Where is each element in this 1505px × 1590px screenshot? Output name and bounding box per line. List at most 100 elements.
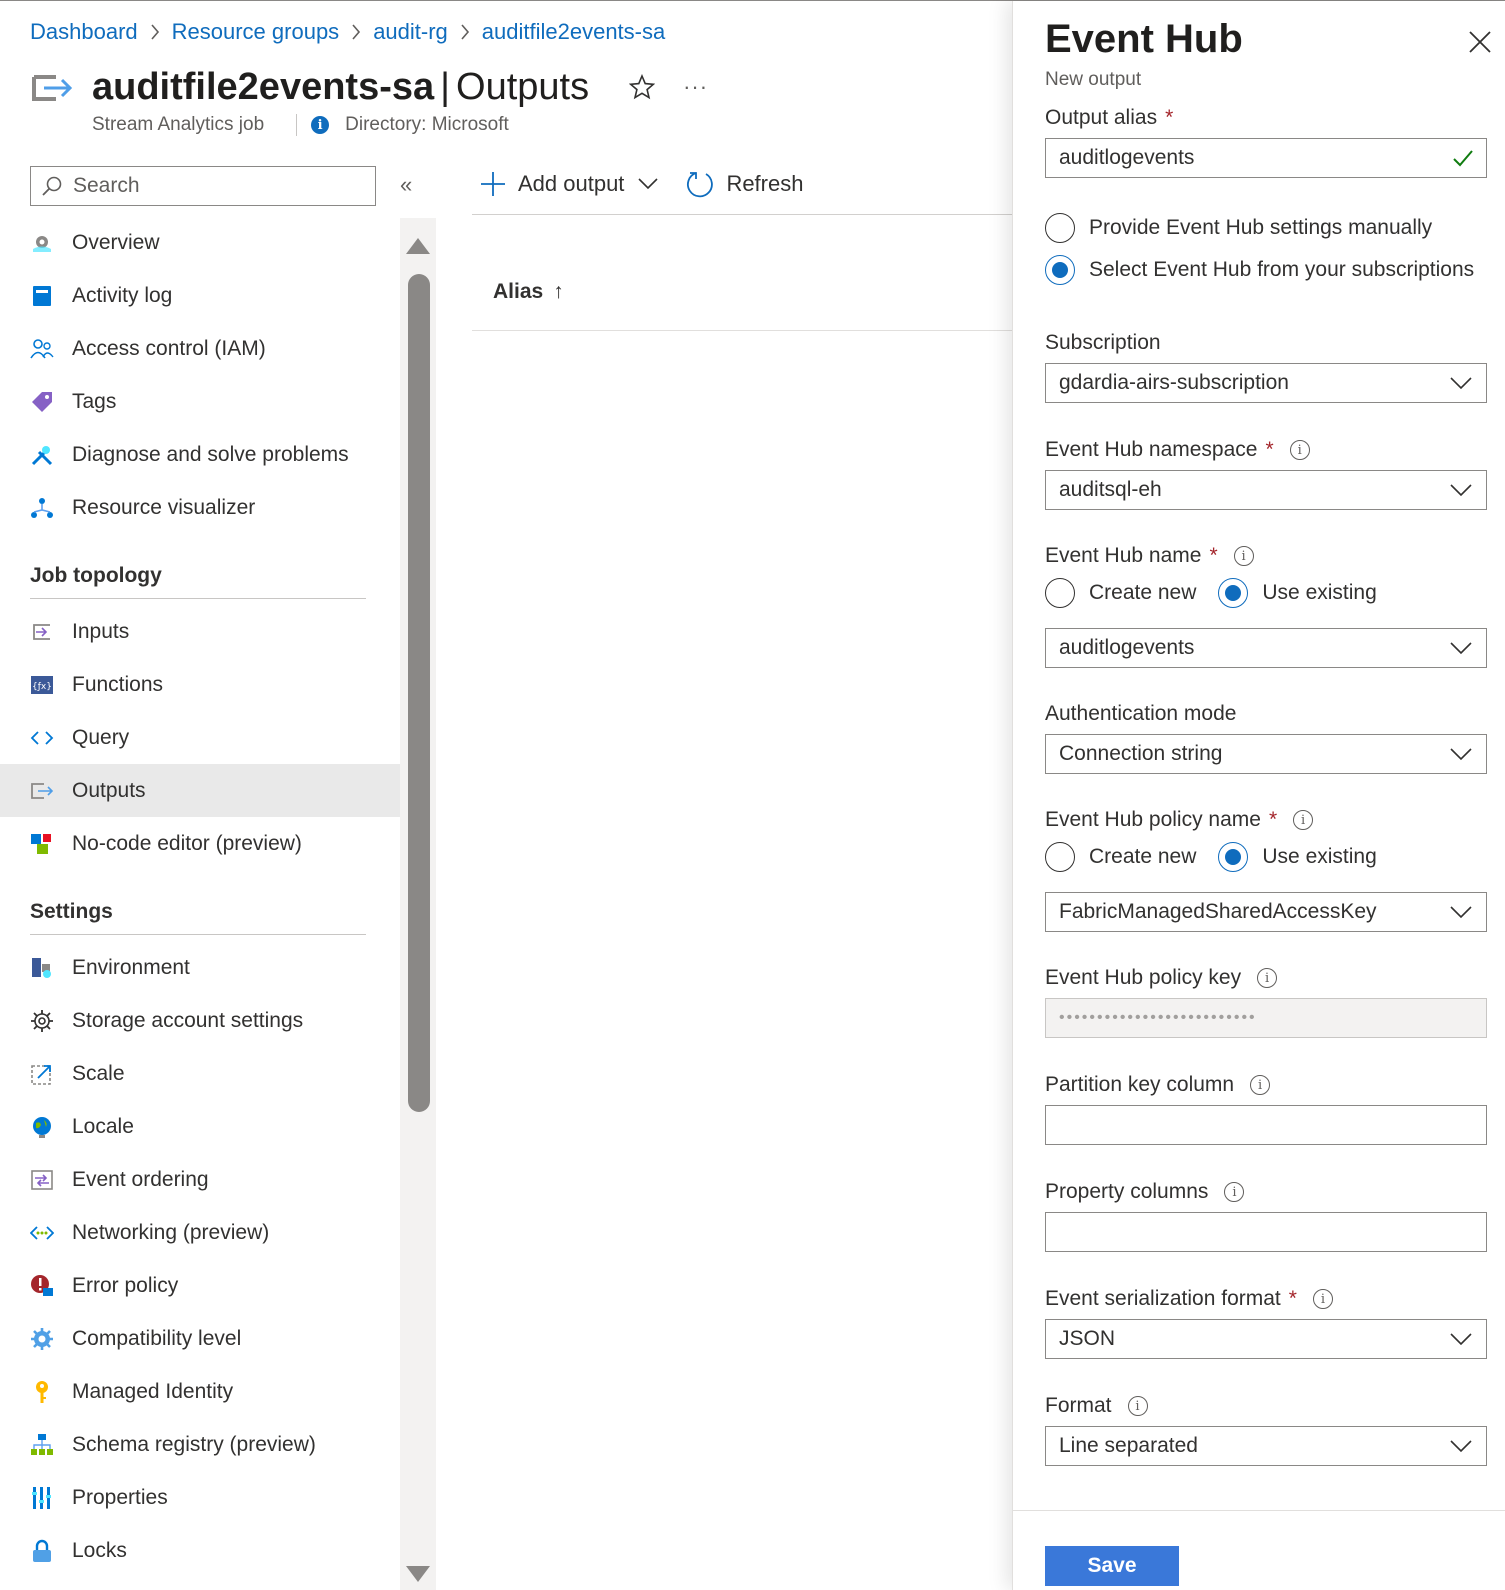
auth-mode-value: Connection string: [1059, 742, 1223, 765]
sidebar-item-storage-account-settings[interactable]: Storage account settings: [0, 994, 400, 1047]
scroll-up-arrow-icon[interactable]: [406, 238, 430, 254]
hub-name-dropdown[interactable]: auditlogevents: [1045, 628, 1487, 668]
sidebar-item-properties[interactable]: Properties: [0, 1471, 400, 1524]
info-icon[interactable]: i: [1127, 1396, 1148, 1416]
breadcrumb-resource-groups[interactable]: Resource groups: [172, 19, 340, 45]
info-icon[interactable]: i: [1312, 1289, 1333, 1309]
chevron-down-icon: [1450, 1333, 1472, 1346]
input-icon: [30, 620, 54, 644]
serialization-dropdown[interactable]: JSON: [1045, 1319, 1487, 1359]
radio-label: Select Event Hub from your subscriptions: [1089, 258, 1475, 281]
panel-title: Event Hub: [1045, 17, 1243, 61]
sidebar-item-tags[interactable]: Tags: [0, 375, 400, 428]
policy-name-radio-group: Create new Use existing: [1045, 841, 1399, 873]
chevron-right-icon: [460, 24, 470, 40]
chevron-down-icon: [1450, 748, 1472, 761]
sidebar-item-label: Activity log: [72, 283, 173, 307]
command-bar: Add output Refresh: [480, 164, 831, 204]
radio-hub-create-new[interactable]: Create new: [1045, 578, 1196, 608]
required-asterisk: *: [1209, 544, 1218, 567]
search-icon: [42, 176, 62, 196]
sidebar-item-no-code-editor[interactable]: No-code editor (preview): [0, 817, 400, 870]
radio-hub-use-existing[interactable]: Use existing: [1218, 578, 1377, 608]
scroll-down-arrow-icon[interactable]: [406, 1566, 430, 1582]
format-dropdown[interactable]: Line separated: [1045, 1426, 1487, 1466]
info-icon[interactable]: i: [1289, 440, 1310, 460]
add-output-button[interactable]: Add output: [480, 171, 659, 197]
sidebar-item-environment[interactable]: Environment: [0, 941, 400, 994]
sidebar-item-scale[interactable]: Scale: [0, 1047, 400, 1100]
sidebar-item-diagnose[interactable]: Diagnose and solve problems: [0, 428, 400, 481]
required-asterisk: *: [1265, 438, 1274, 461]
subscription-dropdown[interactable]: gdardia-airs-subscription: [1045, 363, 1487, 403]
sidebar-item-error-policy[interactable]: Error policy: [0, 1259, 400, 1312]
radio-select-from-subscriptions[interactable]: Select Event Hub from your subscriptions: [1045, 255, 1474, 285]
section-divider: [30, 598, 366, 599]
sidebar-item-outputs[interactable]: Outputs: [0, 764, 400, 817]
property-columns-input[interactable]: [1045, 1212, 1487, 1252]
breadcrumb: Dashboard Resource groups audit-rg audit…: [30, 17, 665, 47]
sidebar-item-label: Inputs: [72, 619, 130, 643]
info-icon[interactable]: i: [1224, 1182, 1245, 1202]
format-value: Line separated: [1059, 1434, 1198, 1457]
sidebar-item-overview[interactable]: Overview: [0, 216, 400, 269]
search-input[interactable]: [73, 174, 375, 198]
lock-icon: [30, 1539, 54, 1563]
radio-policy-use-existing[interactable]: Use existing: [1218, 842, 1377, 872]
radio-provide-manually[interactable]: Provide Event Hub settings manually: [1045, 213, 1432, 243]
subscription-value: gdardia-airs-subscription: [1059, 371, 1289, 394]
sidebar-item-networking[interactable]: Networking (preview): [0, 1206, 400, 1259]
sidebar-item-schema-registry[interactable]: Schema registry (preview): [0, 1418, 400, 1471]
sidebar-item-resource-visualizer[interactable]: Resource visualizer: [0, 481, 400, 534]
breadcrumb-dashboard[interactable]: Dashboard: [30, 19, 138, 45]
sidebar-item-functions[interactable]: {ƒx} Functions: [0, 658, 400, 711]
sidebar-item-label: Locale: [72, 1114, 134, 1138]
sidebar-item-label: Locks: [72, 1538, 127, 1562]
namespace-dropdown[interactable]: auditsql-eh: [1045, 470, 1487, 510]
sidebar-item-event-ordering[interactable]: Event ordering: [0, 1153, 400, 1206]
policy-name-dropdown[interactable]: FabricManagedSharedAccessKey: [1045, 892, 1487, 932]
info-icon[interactable]: i: [1250, 1075, 1271, 1095]
more-options-icon[interactable]: ···: [683, 74, 708, 100]
log-icon: [30, 284, 54, 308]
search-box[interactable]: [30, 166, 376, 206]
output-alias-input[interactable]: auditlogevents: [1045, 138, 1487, 178]
sidebar-item-label: Networking (preview): [72, 1220, 270, 1244]
policy-key-label-text: Event Hub policy key: [1045, 966, 1242, 989]
breadcrumb-audit-rg[interactable]: audit-rg: [373, 19, 448, 45]
sidebar-item-inputs[interactable]: Inputs: [0, 605, 400, 658]
breadcrumb-job[interactable]: auditfile2events-sa: [482, 19, 665, 45]
sidebar-item-locale[interactable]: Locale: [0, 1100, 400, 1153]
gear-icon: [30, 1009, 54, 1033]
save-button[interactable]: Save: [1045, 1546, 1179, 1586]
refresh-button[interactable]: Refresh: [686, 170, 803, 198]
info-icon[interactable]: i: [1293, 810, 1314, 830]
sort-ascending-icon: ↑: [553, 280, 564, 303]
favorite-star-icon[interactable]: [629, 74, 656, 100]
sidebar-item-compatibility-level[interactable]: Compatibility level: [0, 1312, 400, 1365]
namespace-value: auditsql-eh: [1059, 478, 1162, 501]
close-icon[interactable]: [1467, 29, 1493, 55]
checkmark-icon: [1453, 150, 1473, 167]
collapse-menu-icon[interactable]: «: [400, 172, 412, 198]
info-icon[interactable]: i: [1233, 546, 1254, 566]
overview-icon: [30, 231, 54, 255]
scroll-thumb[interactable]: [408, 274, 430, 1112]
chevron-down-icon: [638, 178, 659, 190]
auth-mode-dropdown[interactable]: Connection string: [1045, 734, 1487, 774]
partition-key-input[interactable]: [1045, 1105, 1487, 1145]
sidebar-item-activity-log[interactable]: Activity log: [0, 269, 400, 322]
info-icon[interactable]: i: [1257, 968, 1278, 988]
sidebar-item-query[interactable]: Query: [0, 711, 400, 764]
column-header-alias[interactable]: Alias ↑: [493, 280, 564, 304]
output-alias-value: auditlogevents: [1059, 146, 1195, 169]
mode-radio-manual-row: Provide Event Hub settings manually: [1045, 212, 1454, 244]
sidebar-item-managed-identity[interactable]: Managed Identity: [0, 1365, 400, 1418]
hub-name-value: auditlogevents: [1059, 636, 1195, 659]
sidebar-item-access-control[interactable]: Access control (IAM): [0, 322, 400, 375]
radio-policy-create-new[interactable]: Create new: [1045, 842, 1196, 872]
job-name: auditfile2events-sa: [92, 65, 435, 108]
sidebar-item-locks[interactable]: Locks: [0, 1524, 400, 1577]
serialization-label-text: Event serialization format: [1045, 1287, 1281, 1310]
page-title: auditfile2events-sa | Outputs: [92, 66, 589, 109]
